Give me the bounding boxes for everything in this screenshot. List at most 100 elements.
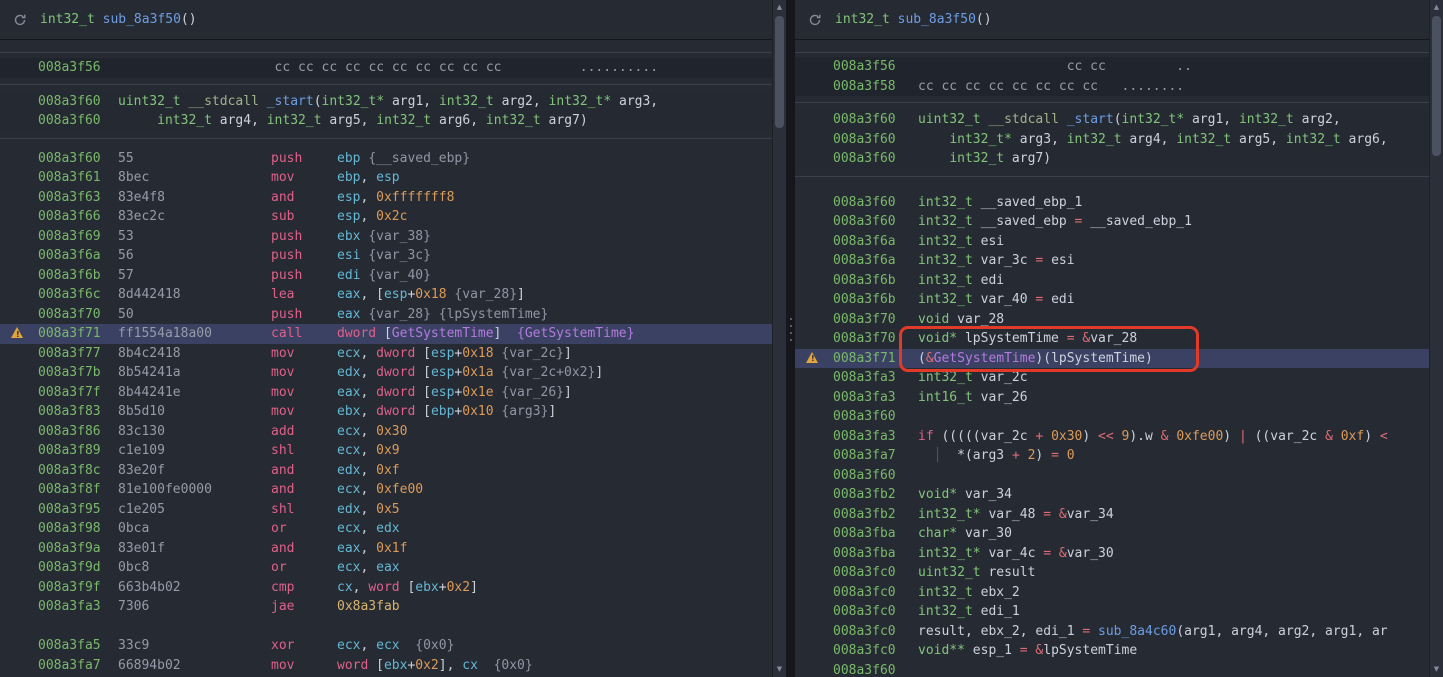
mnemonic[interactable]: and [271,539,337,559]
address[interactable]: 008a3fba [833,524,918,544]
address[interactable]: 008a3f60 [833,466,918,486]
mnemonic[interactable]: push [271,227,337,247]
mnemonic[interactable]: mov [271,656,337,676]
refresh-icon[interactable] [808,13,822,27]
decompile-line[interactable]: 008a3fc0int32_t edi_1 [795,602,1430,622]
address[interactable]: 008a3fa3 [833,427,918,447]
mnemonic[interactable]: shl [271,441,337,461]
decompile-line[interactable]: 008a3fa3int32_t var_2c [795,368,1430,388]
address[interactable]: 008a3f6c [38,285,118,305]
address[interactable]: 008a3f63 [38,188,118,208]
token-func[interactable]: _start [267,94,314,109]
disassembly-line[interactable]: 008a3f7b8b54241amovedx, dword [esp+0x1a … [0,363,773,383]
mnemonic[interactable]: xor [271,636,337,656]
mnemonic[interactable]: push [271,149,337,169]
scroll-down-icon[interactable]: ▼ [773,663,786,676]
address[interactable]: 008a3fc0 [833,602,918,622]
decompile-line[interactable]: 008a3f6aint32_t var_3c = esi [795,251,1430,271]
decompile-line[interactable]: 008a3f60 int32_t* arg3, int32_t arg4, in… [795,130,1430,150]
disassembly-line[interactable]: 008a3f60uint32_t __stdcall _start(int32_… [0,92,773,112]
disassembly-line[interactable]: 008a3f980bcaorecx, edx [0,519,773,539]
address[interactable]: 008a3f8f [38,480,118,500]
disassembly-line[interactable]: 008a3f6683ec2csubesp, 0x2c [0,207,773,227]
scroll-up-icon[interactable]: ▲ [773,1,786,14]
address[interactable]: 008a3f9f [38,578,118,598]
disassembly-line[interactable]: 008a3f838b5d10movebx, dword [ebp+0x10 {a… [0,402,773,422]
decompile-line[interactable]: 008a3fb2void* var_34 [795,485,1430,505]
scroll-down-icon[interactable]: ▼ [1430,663,1443,676]
address[interactable]: 008a3f60 [833,149,918,169]
disassembly-line[interactable]: 008a3f9f663b4b02cmpcx, word [ebx+0x2] [0,578,773,598]
decompile-line[interactable]: 008a3fa7 │ *(arg3 + 2) = 0 [795,446,1430,466]
mnemonic[interactable]: sub [271,207,337,227]
mnemonic[interactable]: jae [271,597,337,617]
disassembly-line[interactable]: 008a3f9d0bc8orecx, eax [0,558,773,578]
decompile-line[interactable]: 008a3f60 int32_t arg7) [795,149,1430,169]
token-imp[interactable]: GetSystemTime [934,351,1036,366]
address[interactable]: 008a3f70 [833,310,918,330]
address[interactable]: 008a3fa3 [38,597,118,617]
address[interactable]: 008a3fb2 [833,485,918,505]
decompile-line[interactable]: 008a3fbachar* var_30 [795,524,1430,544]
disassembly-line[interactable]: 008a3f8f81e100fe0000andecx, 0xfe00 [0,480,773,500]
address[interactable]: 008a3f89 [38,441,118,461]
address[interactable]: 008a3f60 [833,661,918,677]
address[interactable]: 008a3f60 [833,193,918,213]
address[interactable]: 008a3f6b [38,266,118,286]
address[interactable]: 008a3f66 [38,207,118,227]
address[interactable]: 008a3f6b [833,271,918,291]
address[interactable]: 008a3f95 [38,500,118,520]
disassembly-line[interactable]: 008a3f95c1e205shledx, 0x5 [0,500,773,520]
scrollbar-thumb[interactable] [775,16,784,128]
disassembly-line[interactable]: 008a3f6b57pushedi {var_40} [0,266,773,286]
decompile-line[interactable]: 008a3fa3if (((((var_2c + 0x30) << 9).w &… [795,427,1430,447]
disassembly-line[interactable]: 008a3f9a83e01fandeax, 0x1f [0,539,773,559]
scroll-up-icon[interactable]: ▲ [1430,1,1443,14]
decompile-line[interactable]: 008a3f60 [795,661,1430,677]
decompile-line[interactable]: 008a3f70void* lpSystemTime = &var_28 [795,329,1430,349]
address[interactable]: 008a3f71 [833,349,918,369]
disassembly-line[interactable]: !008a3f71ff1554a18a00calldword [GetSyste… [0,324,773,344]
decompile-line[interactable]: 008a3f6aint32_t esi [795,232,1430,252]
address[interactable]: 008a3fc0 [833,641,918,661]
address[interactable]: 008a3fc0 [833,583,918,603]
address[interactable]: 008a3f71 [38,324,118,344]
decompile-line[interactable]: 008a3f56 cc cc .. [795,57,1430,77]
address[interactable]: 008a3fb2 [833,505,918,525]
address[interactable]: 008a3fa7 [38,656,118,676]
address[interactable]: 008a3f9d [38,558,118,578]
address[interactable]: 008a3fba [833,544,918,564]
decompile-line[interactable]: 008a3fbaint32_t* var_4c = &var_30 [795,544,1430,564]
address[interactable]: 008a3f56 [833,57,918,77]
token-imp[interactable]: GetSystemTime [392,326,494,341]
address[interactable]: 008a3f86 [38,422,118,442]
address[interactable]: 008a3f6b [833,290,918,310]
mnemonic[interactable]: push [271,266,337,286]
disassembly-scrollbar[interactable]: ▲ ▼ [772,0,786,677]
address[interactable]: 008a3f6a [833,232,918,252]
disassembly-line[interactable]: 008a3fa766894b02movword [ebx+0x2], cx {0… [0,656,773,676]
mnemonic[interactable]: or [271,558,337,578]
mnemonic[interactable]: and [271,480,337,500]
address[interactable]: 008a3f70 [38,305,118,325]
pane-splitter-handle[interactable] [788,318,794,352]
mnemonic[interactable]: push [271,246,337,266]
mnemonic[interactable]: push [271,305,337,325]
mnemonic[interactable]: cmp [271,578,337,598]
address[interactable]: 008a3fa3 [833,368,918,388]
address[interactable]: 008a3fa3 [833,388,918,408]
disassembly-line[interactable]: 008a3f7050pusheax {var_28} {lpSystemTime… [0,305,773,325]
decompile-line[interactable]: 008a3f58cc cc cc cc cc cc cc cc ........ [795,77,1430,97]
address[interactable]: 008a3fa5 [38,636,118,656]
token-func[interactable]: sub_8a4c60 [1098,624,1176,639]
mnemonic[interactable]: mov [271,168,337,188]
address[interactable]: 008a3f60 [38,92,118,112]
mnemonic[interactable]: mov [271,402,337,422]
address[interactable]: 008a3f70 [833,329,918,349]
disassembly-line[interactable]: 008a3f89c1e109shlecx, 0x9 [0,441,773,461]
address[interactable]: 008a3f61 [38,168,118,188]
decompile-line[interactable]: 008a3f60int32_t __saved_ebp = __saved_eb… [795,212,1430,232]
token-func[interactable]: _start [1067,112,1114,127]
address[interactable]: 008a3f60 [38,149,118,169]
decompile-line[interactable]: 008a3f60 [795,466,1430,486]
